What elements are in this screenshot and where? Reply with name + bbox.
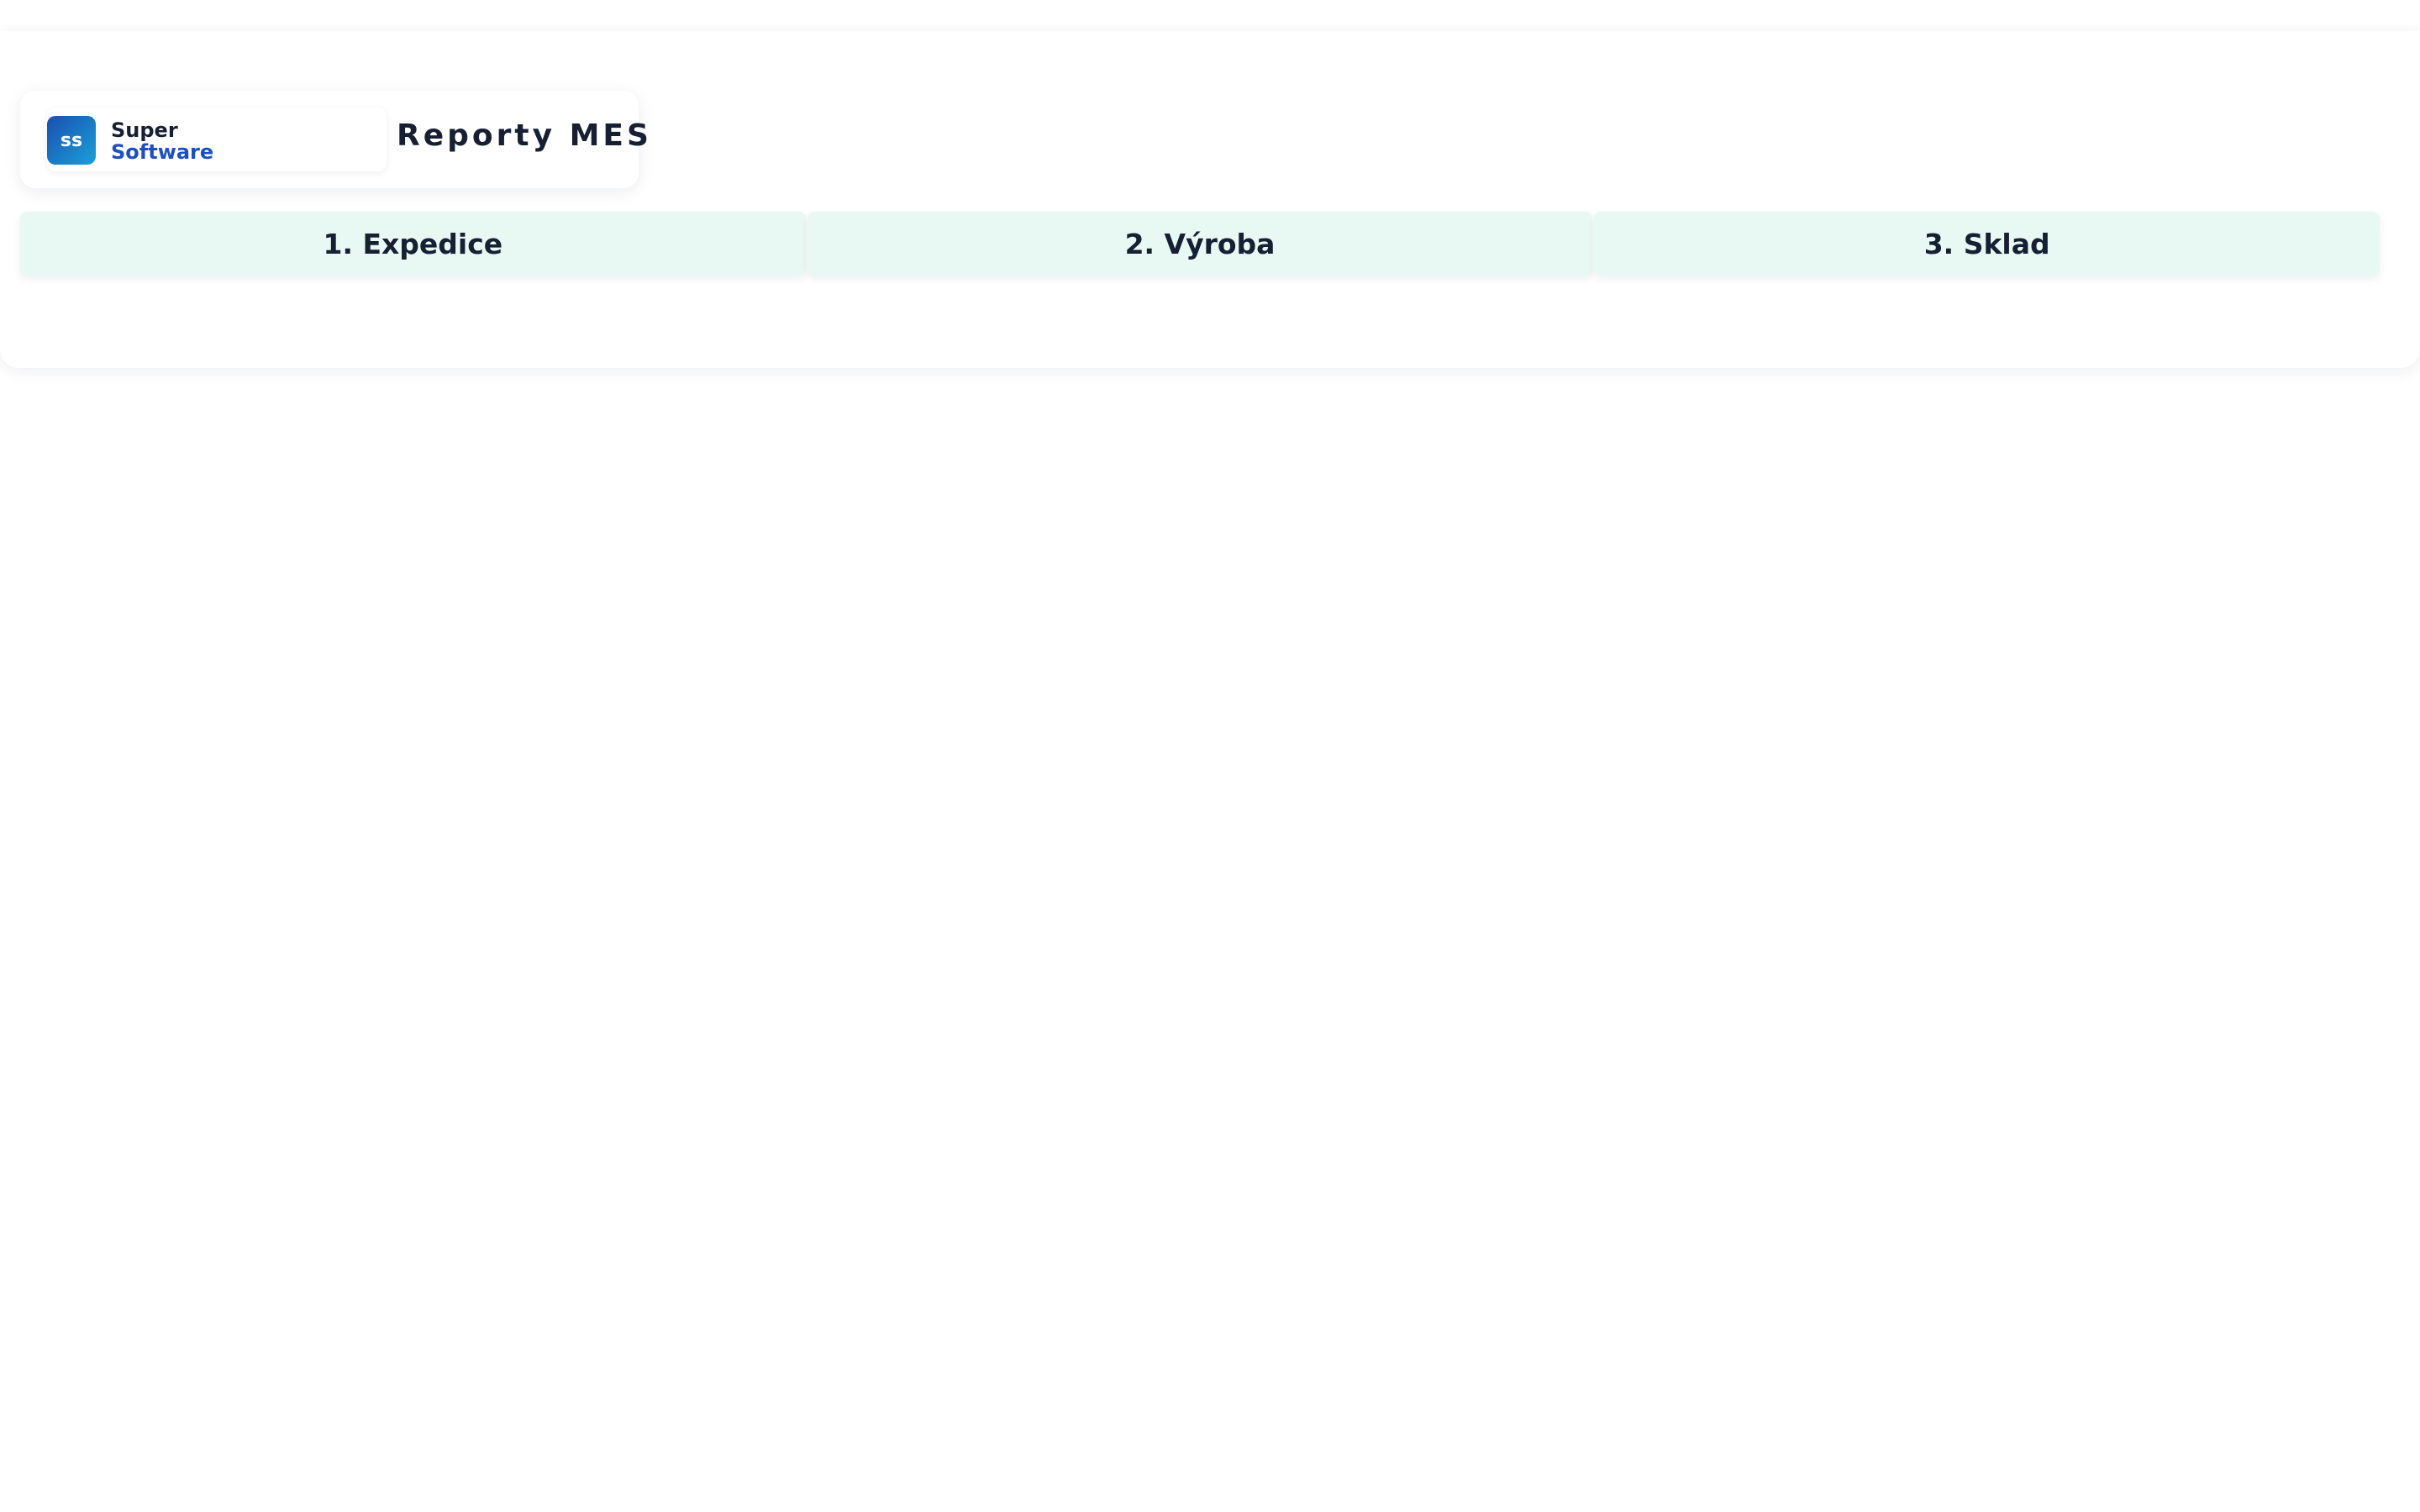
tab-expedice[interactable]: 1. Expedice bbox=[20, 212, 806, 276]
tab-label: 1. Expedice bbox=[323, 227, 503, 260]
header-card: ss Super Software Reporty MES bbox=[20, 91, 649, 188]
super-software-logo-icon: ss bbox=[47, 116, 96, 165]
tab-sklad[interactable]: 3. Sklad bbox=[1594, 212, 2381, 276]
app-frame: ss Super Software Reporty MES 1. Expedic… bbox=[0, 30, 2420, 368]
brand-logo[interactable]: ss Super Software bbox=[47, 108, 387, 171]
report-tabs: 1. Expedice 2. Výroba 3. Sklad bbox=[20, 212, 2381, 276]
tab-label: 3. Sklad bbox=[1923, 227, 2050, 260]
page-title: Reporty MES bbox=[397, 118, 652, 153]
brand-name-software: Software bbox=[111, 140, 214, 164]
brand-name-super: Super bbox=[111, 118, 178, 142]
tab-label: 2. Výroba bbox=[1124, 227, 1276, 260]
tab-vyroba[interactable]: 2. Výroba bbox=[807, 212, 1593, 276]
logo-initials: ss bbox=[60, 129, 83, 151]
